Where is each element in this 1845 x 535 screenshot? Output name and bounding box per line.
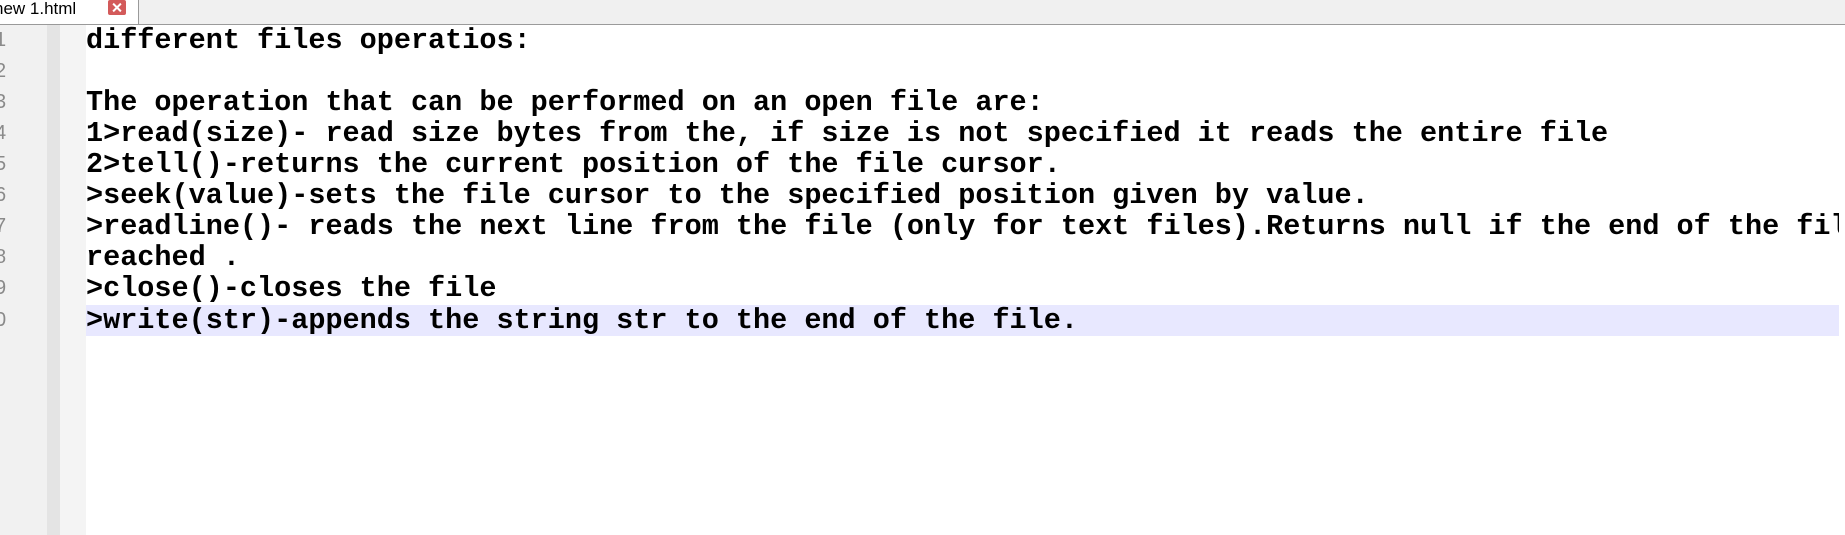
code-line: >seek(value)-sets the file cursor to the… <box>86 179 1369 212</box>
close-icon[interactable] <box>108 0 126 15</box>
code-line: >readline()- reads the next line from th… <box>86 211 1839 242</box>
code-line: reached . <box>86 241 240 274</box>
line-number: 1 <box>0 29 7 51</box>
line-number: 4 <box>0 122 7 144</box>
tab-new-1-html[interactable]: new 1.html <box>0 0 139 24</box>
line-number: 8 <box>0 246 7 268</box>
code-line: >close()-closes the file <box>86 272 497 305</box>
line-number: 2 <box>0 60 7 82</box>
tab-bar: new 1.html <box>0 0 1845 25</box>
editor[interactable]: 1 2 3 4 5 6 7 8 9 0 different files oper… <box>0 25 1845 535</box>
line-number: 7 <box>0 215 7 237</box>
code-line: different files operatios: <box>86 24 531 57</box>
line-number: 9 <box>0 277 7 299</box>
line-number: 3 <box>0 91 7 113</box>
notepad-window: new 1.html 1 2 3 4 5 6 7 8 9 0 different… <box>0 0 1845 535</box>
fold-margin <box>60 25 86 535</box>
code-line: The operation that can be performed on a… <box>86 86 1044 119</box>
code-line: >write(str)-appends the string str to th… <box>86 304 1078 337</box>
tab-label: new 1.html <box>0 0 77 18</box>
line-number: 0 <box>0 309 7 331</box>
line-number: 6 <box>0 184 7 206</box>
line-number: 5 <box>0 153 7 175</box>
vertical-scrollbar[interactable] <box>1839 25 1845 535</box>
code-line: 1>read(size)- read size bytes from the, … <box>86 117 1609 150</box>
code-line: 2>tell()-returns the current position of… <box>86 148 1061 181</box>
